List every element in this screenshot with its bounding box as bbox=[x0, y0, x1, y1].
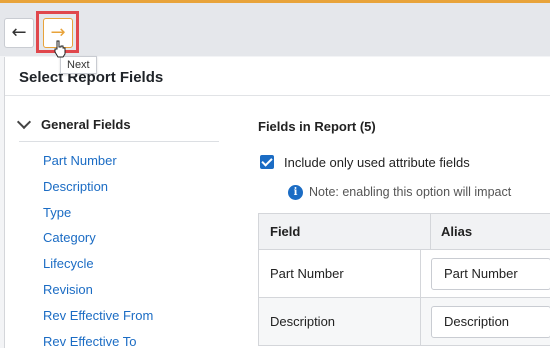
column-header-field: Field bbox=[258, 214, 431, 249]
next-tooltip: Next bbox=[60, 56, 97, 74]
checkbox-label: Include only used attribute fields bbox=[284, 155, 470, 170]
arrow-left-icon: ← bbox=[11, 22, 27, 43]
select-report-fields-panel: Select Report Fields General Fields Part… bbox=[4, 57, 550, 348]
column-header-alias: Alias bbox=[441, 224, 473, 239]
back-button[interactable]: ← bbox=[4, 18, 34, 48]
info-icon: i bbox=[288, 185, 303, 200]
alias-input[interactable] bbox=[431, 305, 550, 338]
toolbar: ← → bbox=[0, 3, 550, 56]
note-text: Note: enabling this option will impact bbox=[309, 185, 512, 199]
alias-input[interactable] bbox=[431, 257, 550, 290]
field-cell: Part Number bbox=[258, 250, 421, 297]
include-used-attributes-checkbox[interactable] bbox=[260, 155, 274, 169]
general-fields-list: Part Number Description Type Category Li… bbox=[43, 153, 153, 348]
table-row: Description bbox=[258, 298, 550, 346]
field-link-lifecycle[interactable]: Lifecycle bbox=[43, 256, 153, 282]
divider bbox=[5, 95, 550, 96]
chevron-down-icon bbox=[16, 114, 32, 130]
field-link-type[interactable]: Type bbox=[43, 205, 153, 231]
field-link-description[interactable]: Description bbox=[43, 179, 153, 205]
general-fields-group-toggle[interactable]: General Fields bbox=[16, 114, 131, 132]
field-link-part-number[interactable]: Part Number bbox=[43, 153, 153, 179]
table-header-row: Field Alias bbox=[258, 214, 550, 250]
group-label: General Fields bbox=[41, 117, 131, 132]
field-link-category[interactable]: Category bbox=[43, 230, 153, 256]
mouse-pointer-hand-icon bbox=[54, 40, 66, 58]
field-link-rev-effective-from[interactable]: Rev Effective From bbox=[43, 308, 153, 334]
fields-table: Field Alias Part Number Description bbox=[258, 213, 550, 346]
divider bbox=[19, 141, 219, 142]
table-row: Part Number bbox=[258, 250, 550, 298]
fields-in-report-title: Fields in Report (5) bbox=[258, 119, 376, 134]
field-link-revision[interactable]: Revision bbox=[43, 282, 153, 308]
field-link-rev-effective-to[interactable]: Rev Effective To bbox=[43, 334, 153, 348]
alias-cell bbox=[421, 250, 550, 297]
field-cell: Description bbox=[258, 298, 421, 345]
alias-cell bbox=[421, 298, 550, 345]
